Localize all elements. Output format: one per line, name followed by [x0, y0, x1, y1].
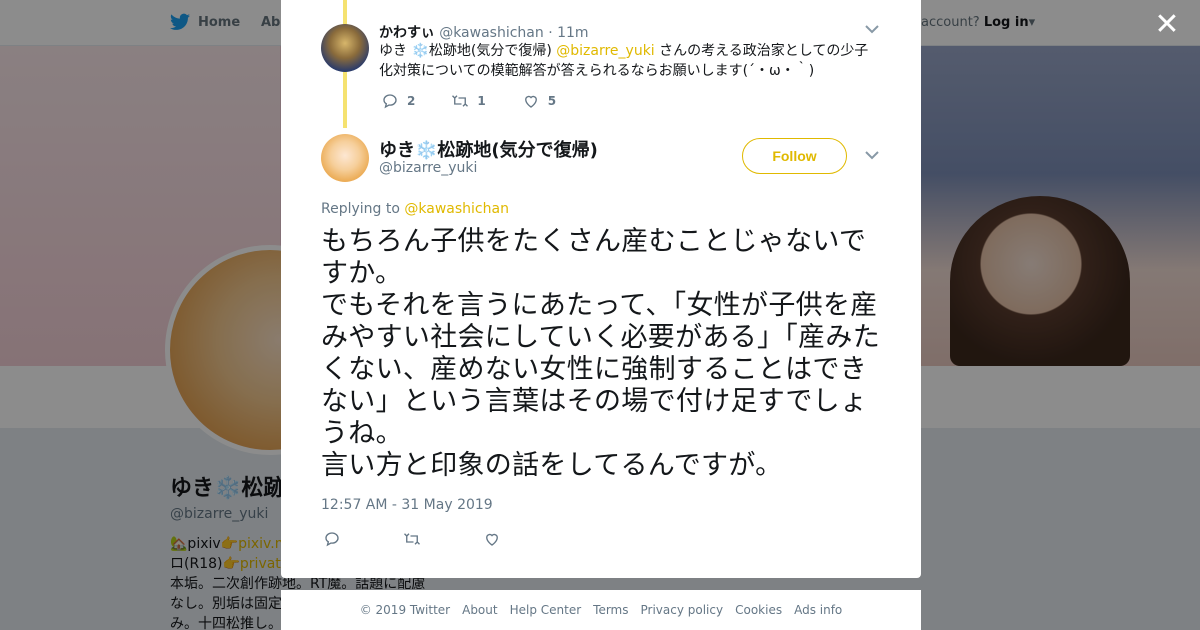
- footer-help-link[interactable]: Help Center: [510, 603, 582, 617]
- reply-button[interactable]: 2: [381, 92, 415, 110]
- parent-avatar[interactable]: [321, 24, 369, 72]
- like-button[interactable]: 5: [522, 92, 556, 110]
- tweet-text-line: 言い方と印象の話をしてるんですが。: [321, 450, 783, 481]
- footer-ads-link[interactable]: Ads info: [794, 603, 842, 617]
- retweet-icon: [452, 95, 469, 107]
- footer-privacy-link[interactable]: Privacy policy: [641, 603, 724, 617]
- heart-icon: [524, 95, 537, 108]
- parent-tweet-text: ゆき ❄️松跡地(気分で復帰) @bizarre_yuki さんの考える政治家と…: [379, 41, 879, 81]
- chevron-down-icon[interactable]: [865, 22, 879, 38]
- like-count: 5: [547, 94, 557, 108]
- parent-tweet-actions: 2 1 5: [381, 92, 592, 110]
- replying-mention[interactable]: @kawashichan: [404, 201, 509, 217]
- tweet-text-line: でもそれを言うにあたって、「女性が子供を産みやすい社会にしていく必要がある」「産…: [321, 290, 880, 449]
- retweet-count: 1: [477, 94, 486, 108]
- heart-icon: [486, 533, 498, 546]
- like-button[interactable]: [483, 530, 501, 548]
- footer-about-link[interactable]: About: [462, 603, 497, 617]
- replying-label: Replying to: [321, 201, 400, 217]
- tweet-timestamp[interactable]: 12:57 AM - 31 May 2019: [321, 497, 493, 513]
- tweet-actions: [323, 530, 563, 548]
- parent-text-mention[interactable]: @bizarre_yuki: [556, 43, 654, 59]
- chevron-down-icon[interactable]: [865, 148, 879, 164]
- parent-author-handle[interactable]: @kawashichan: [439, 25, 544, 41]
- parent-author-name[interactable]: かわすぃ: [379, 25, 435, 41]
- tweet-modal: かわすぃ @kawashichan · 11m ゆき ❄️松跡地(気分で復帰) …: [281, 0, 921, 578]
- footer-cookies-link[interactable]: Cookies: [735, 603, 782, 617]
- author-handle[interactable]: @bizarre_yuki: [379, 160, 477, 176]
- retweet-icon: [404, 533, 420, 545]
- replying-to: Replying to @kawashichan: [321, 201, 509, 217]
- reply-icon: [325, 532, 339, 547]
- close-icon[interactable]: ✕: [1150, 8, 1184, 42]
- modal-footer: © 2019 Twitter About Help Center Terms P…: [281, 590, 921, 630]
- footer-copyright: © 2019 Twitter: [359, 603, 451, 617]
- tweet-text-line: もちろん子供をたくさん産むことじゃないですか。: [321, 226, 867, 289]
- parent-text-prefix: ゆき ❄️松跡地(気分で復帰): [379, 43, 557, 59]
- retweet-button[interactable]: 1: [451, 92, 486, 110]
- author-name[interactable]: ゆき❄️松跡地(気分で復帰): [379, 136, 598, 162]
- parent-tweet-time[interactable]: · 11m: [548, 25, 588, 41]
- follow-button[interactable]: Follow: [742, 138, 847, 174]
- author-avatar[interactable]: [321, 134, 369, 182]
- reply-icon: [383, 94, 397, 109]
- parent-tweet-header: かわすぃ @kawashichan · 11m: [379, 22, 589, 42]
- reply-count: 2: [407, 94, 416, 108]
- reply-button[interactable]: [323, 530, 341, 548]
- retweet-button[interactable]: [403, 530, 421, 548]
- tweet-text: もちろん子供をたくさん産むことじゃないですか。 でもそれを言うにあたって、「女性…: [321, 226, 891, 482]
- parent-tweet[interactable]: かわすぃ @kawashichan · 11m ゆき ❄️松跡地(気分で復帰) …: [281, 0, 921, 128]
- footer-terms-link[interactable]: Terms: [593, 603, 628, 617]
